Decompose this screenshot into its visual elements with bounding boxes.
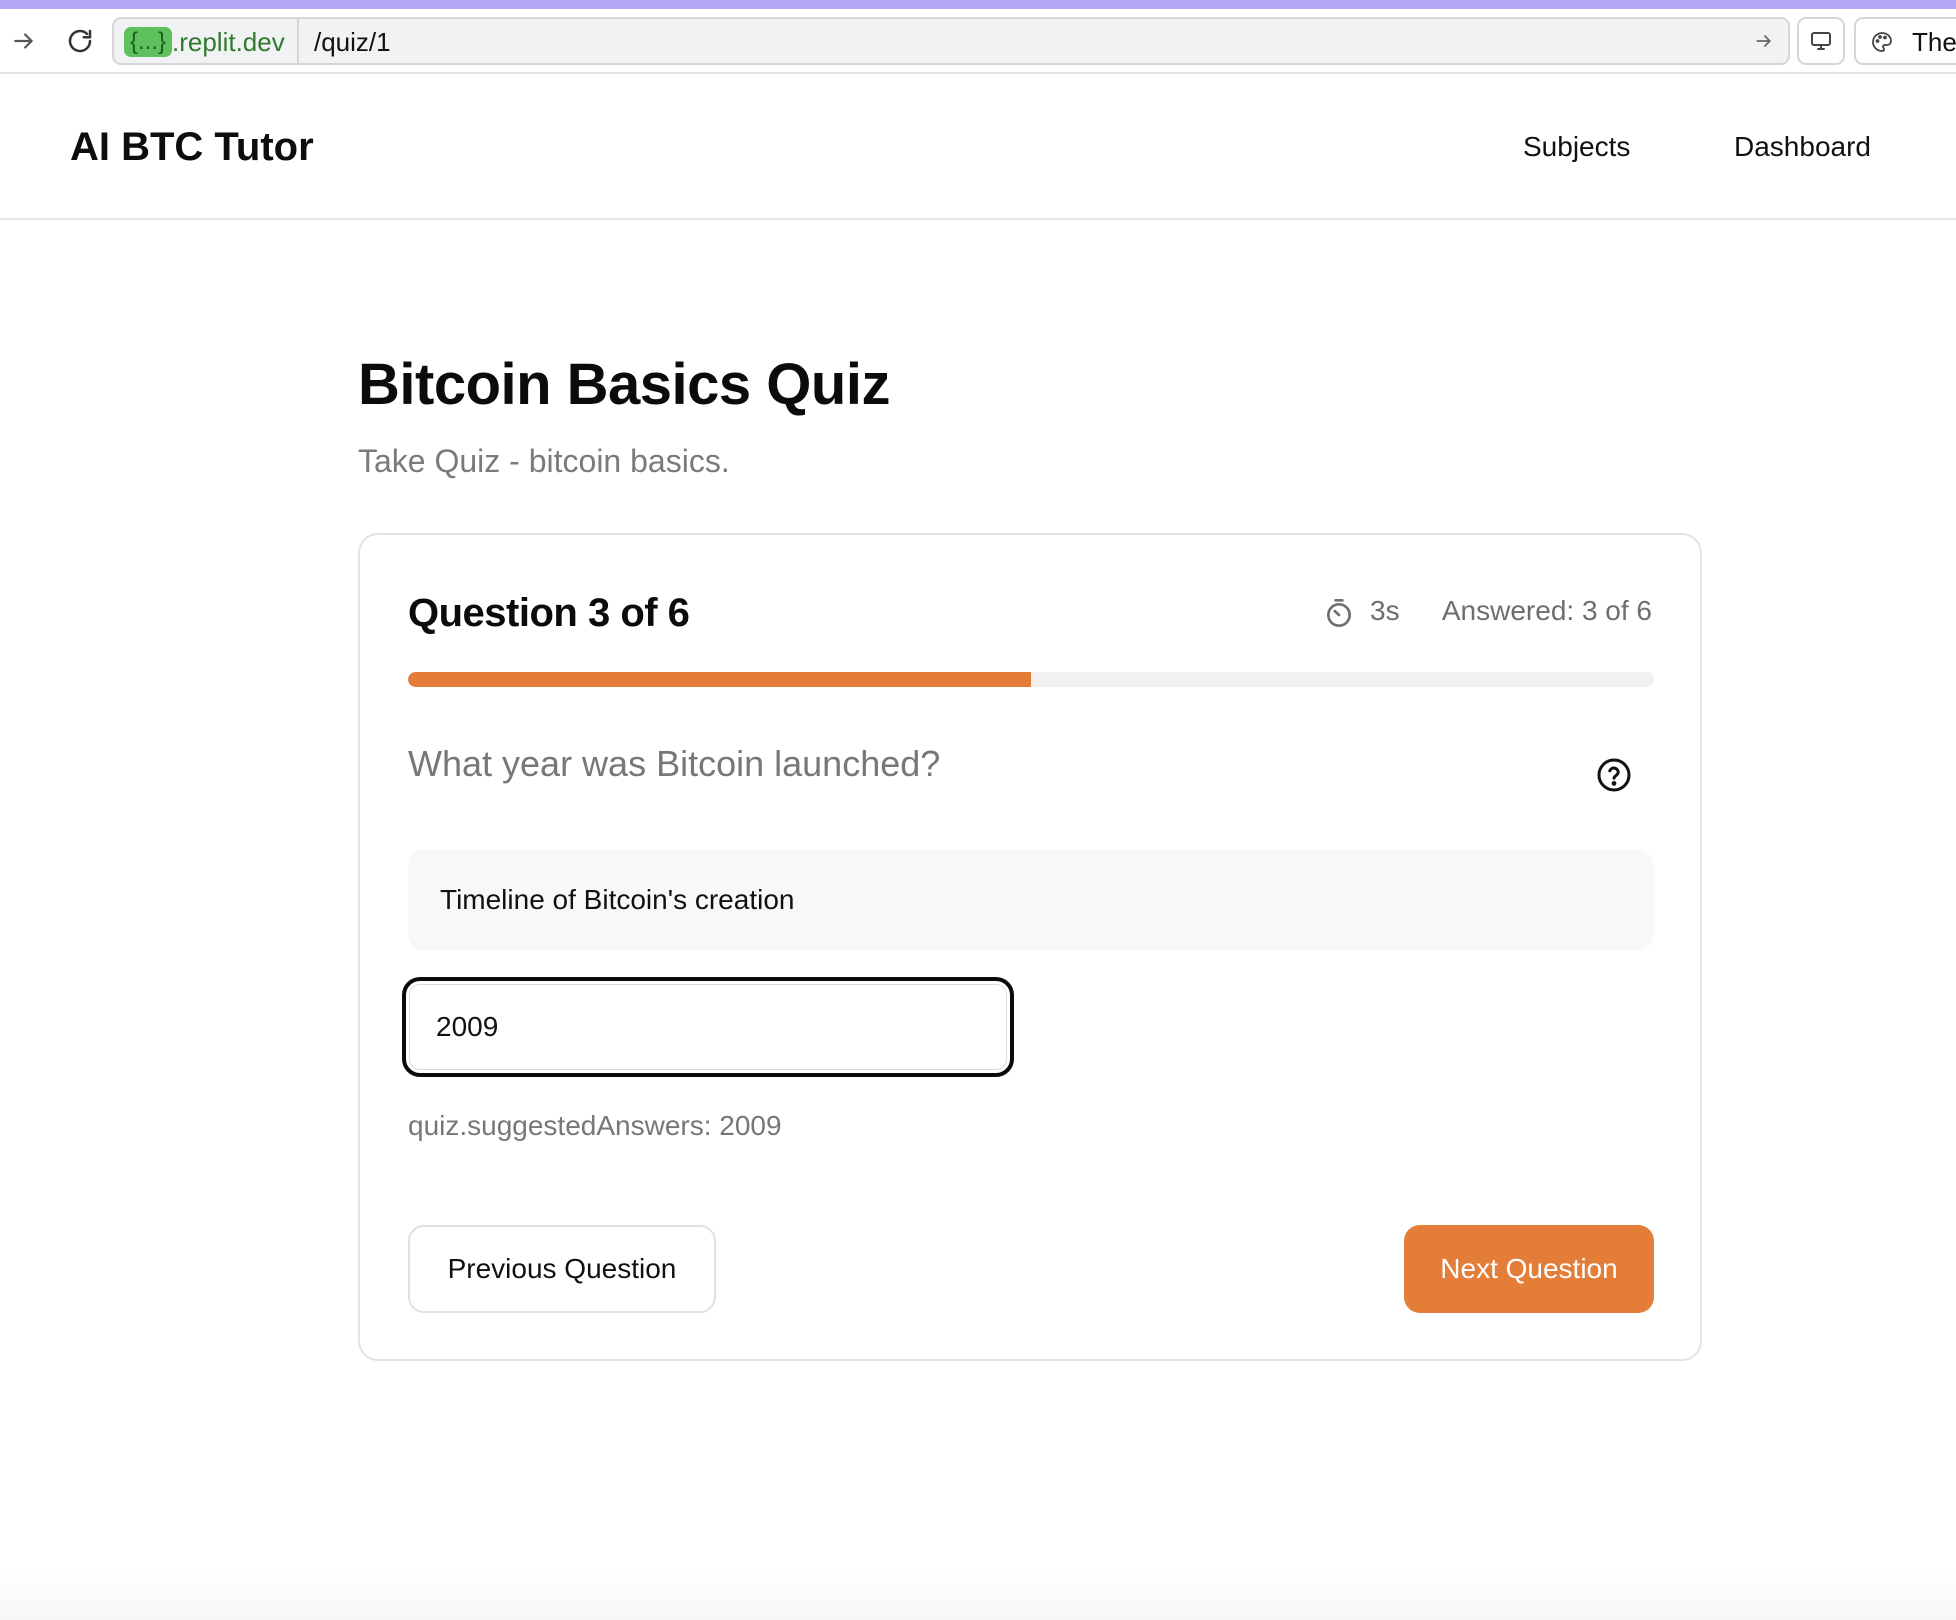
progress-bar-fill: [408, 672, 1031, 687]
arrow-right-icon: [1756, 35, 1771, 47]
question-circle-icon[interactable]: [1596, 757, 1632, 793]
suggested-answers-text: quiz.suggestedAnswers: 2009: [408, 1110, 782, 1141]
url-host-badge: {...}: [124, 27, 173, 57]
question-heading: Question 3 of 6: [408, 591, 690, 635]
monitor-icon: [1811, 32, 1831, 50]
hint-text: Timeline of Bitcoin's creation: [440, 884, 795, 915]
url-path[interactable]: /quiz/1: [314, 26, 391, 58]
url-host: .replit.dev: [172, 27, 285, 57]
browser-accent-strip: [0, 0, 1956, 9]
address-bar[interactable]: {...} .replit.dev /quiz/1: [112, 17, 1790, 65]
quiz-card: Question 3 of 6 3s Answered: 3 of 6 What…: [358, 533, 1702, 1361]
page-title: Bitcoin Basics Quiz: [358, 352, 890, 417]
answered-count: Answered: 3 of 6: [1441, 595, 1652, 626]
previous-question-button[interactable]: Previous Question: [408, 1225, 716, 1313]
theme-label: Ther: [1912, 27, 1956, 57]
hint-box: Timeline of Bitcoin's creation: [408, 849, 1654, 951]
stopwatch-icon: [1327, 599, 1351, 627]
reload-button[interactable]: [60, 21, 100, 61]
timer-value: 3s: [1370, 595, 1400, 626]
palette-icon: [1872, 32, 1892, 52]
page-subtitle: Take Quiz - bitcoin basics.: [358, 443, 730, 479]
arrow-right-icon: [14, 33, 33, 49]
answer-input[interactable]: [402, 977, 1014, 1077]
next-question-button[interactable]: Next Question: [1404, 1225, 1654, 1313]
nav-link-dashboard[interactable]: Dashboard: [1734, 128, 1871, 166]
reload-icon: [68, 29, 92, 53]
nav-link-subjects[interactable]: Subjects: [1523, 128, 1630, 166]
page-bottom-fade: [0, 1570, 1956, 1620]
question-text: What year was Bitcoin launched?: [408, 743, 941, 784]
url-divider: [297, 19, 299, 63]
app-header: AI BTC Tutor Subjects Dashboard: [0, 74, 1956, 220]
progress-bar: [408, 672, 1654, 687]
brand-logo-text[interactable]: AI BTC Tutor: [70, 124, 314, 170]
device-preview-button[interactable]: [1797, 17, 1845, 65]
browser-toolbar: {...} .replit.dev /quiz/1 Ther: [0, 9, 1956, 74]
forward-button[interactable]: [4, 21, 44, 61]
url-go-button[interactable]: [1748, 25, 1780, 57]
theme-button[interactable]: Ther: [1854, 17, 1956, 65]
